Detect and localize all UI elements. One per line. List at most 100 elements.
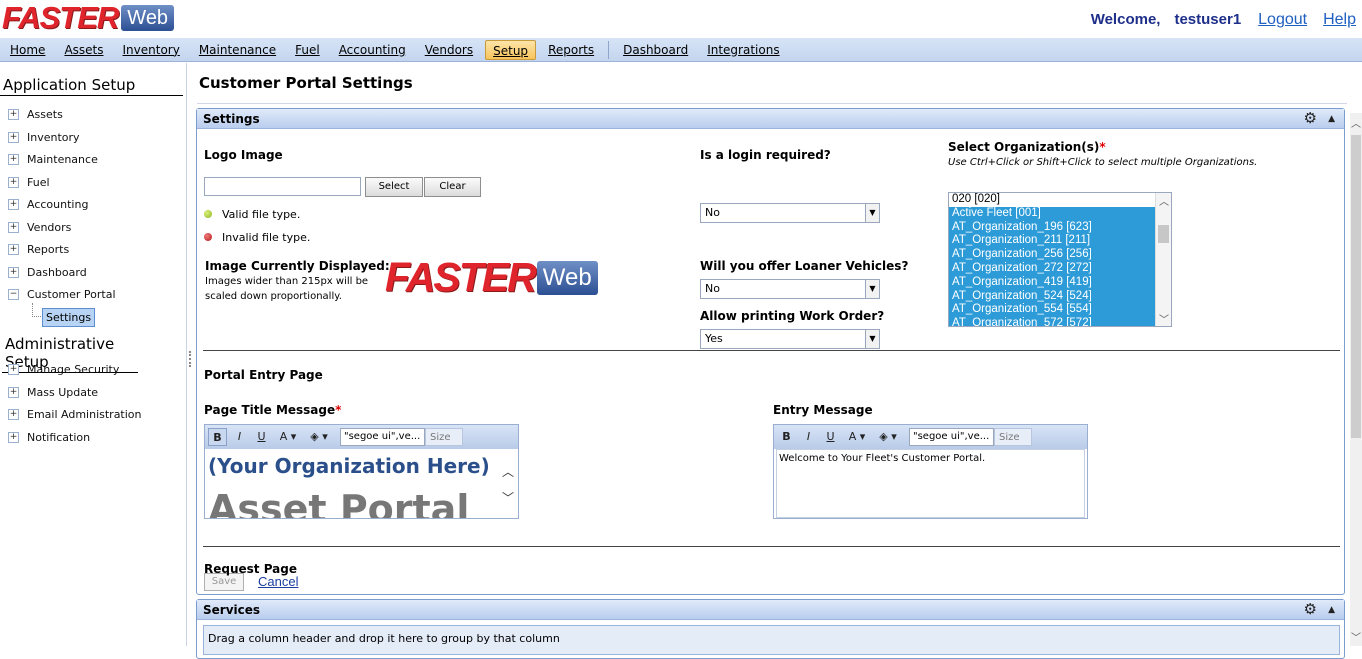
org-option[interactable]: 020 [020] xyxy=(949,193,1156,207)
dropdown-value: "segoe ui",ve... xyxy=(344,431,421,442)
menu-setup[interactable]: Setup xyxy=(485,39,537,60)
tree-item-reports[interactable]: + Reports xyxy=(8,243,69,256)
org-option[interactable]: Active Fleet [001] xyxy=(949,206,1156,221)
org-option[interactable]: AT_Organization_211 [211] xyxy=(949,234,1156,249)
menu-reports[interactable]: Reports xyxy=(541,40,601,60)
organizations-listbox[interactable]: 020 [020] Active Fleet [001] AT_Organizati… xyxy=(948,192,1172,327)
tree-item-notification[interactable]: + Notification xyxy=(8,431,90,444)
entry-message-editor[interactable]: B I U A ▾ ◈ ▾ "segoe ui",ve... ▾ Size We… xyxy=(773,424,1088,519)
org-option[interactable]: AT_Organization_572 [572] xyxy=(949,317,1156,326)
org-option[interactable]: AT_Organization_554 [554] xyxy=(949,303,1156,318)
tree-item-fuel[interactable]: + Fuel xyxy=(8,176,50,189)
tree-item-maintenance[interactable]: + Maintenance xyxy=(8,153,98,166)
org-option[interactable]: AT_Organization_256 [256] xyxy=(949,248,1156,262)
menu-accounting[interactable]: Accounting xyxy=(332,40,413,60)
underline-icon[interactable]: U xyxy=(821,428,840,446)
scroll-down-icon[interactable]: ﹀ xyxy=(1159,311,1169,326)
menu-dashboard[interactable]: Dashboard xyxy=(616,40,695,60)
tree-item-settings[interactable]: Settings xyxy=(42,308,96,327)
help-link[interactable]: Help xyxy=(1323,11,1356,29)
menu-separator xyxy=(608,40,610,59)
italic-icon[interactable]: I xyxy=(230,428,249,446)
listbox-scrollbar[interactable]: ︿ ﹀ xyxy=(1155,193,1171,326)
login-required-select[interactable]: No ▼ xyxy=(700,203,880,223)
org-option[interactable]: AT_Organization_419 [419] xyxy=(949,275,1156,290)
gear-icon[interactable]: ⚙ xyxy=(1304,602,1317,617)
username-label: testuser1 xyxy=(1174,11,1242,28)
tree-item-email-administration[interactable]: + Email Administration xyxy=(8,408,142,421)
menu-maintenance[interactable]: Maintenance xyxy=(192,40,283,60)
collapse-caret-icon[interactable]: ▲ xyxy=(1328,109,1335,129)
expand-icon[interactable]: + xyxy=(8,109,19,120)
scroll-down-icon[interactable]: ﹀ xyxy=(502,489,514,506)
org-option[interactable]: AT_Organization_196 [623] xyxy=(949,220,1156,235)
splitter-grip-icon[interactable] xyxy=(189,351,191,367)
scroll-thumb[interactable] xyxy=(1351,135,1361,438)
org-option[interactable]: AT_Organization_524 [524] xyxy=(949,289,1156,304)
expand-icon[interactable]: + xyxy=(8,364,19,375)
scroll-down-icon[interactable]: ﹀ xyxy=(1351,629,1361,644)
image-displayed-label: Image Currently Displayed: xyxy=(205,259,390,273)
tree-item-dashboard[interactable]: + Dashboard xyxy=(8,266,87,279)
logout-link[interactable]: Logout xyxy=(1258,11,1307,29)
bold-icon[interactable]: B xyxy=(208,428,227,446)
menu-fuel[interactable]: Fuel xyxy=(288,40,327,60)
menu-home[interactable]: Home xyxy=(3,40,52,60)
expand-icon[interactable]: + xyxy=(8,154,19,165)
font-family-dropdown[interactable]: "segoe ui",ve... ▾ xyxy=(909,428,994,458)
expand-icon[interactable]: + xyxy=(8,199,19,210)
logo-file-input[interactable] xyxy=(204,177,361,196)
collapse-icon[interactable]: − xyxy=(8,289,19,300)
menu-integrations[interactable]: Integrations xyxy=(700,40,786,60)
expand-icon[interactable]: + xyxy=(8,387,19,398)
divider xyxy=(203,546,1340,547)
tree-item-accounting[interactable]: + Accounting xyxy=(8,198,88,211)
bold-icon[interactable]: B xyxy=(777,428,796,446)
font-size-dropdown[interactable]: Size xyxy=(425,428,463,446)
tree-item-vendors[interactable]: + Vendors xyxy=(8,221,71,234)
scroll-thumb[interactable] xyxy=(1158,225,1169,243)
italic-icon[interactable]: I xyxy=(799,428,818,446)
expand-icon[interactable]: + xyxy=(8,132,19,143)
org-option[interactable]: AT_Organization_272 [272] xyxy=(949,261,1156,276)
expand-icon[interactable]: + xyxy=(8,222,19,233)
dropdown-arrow-icon[interactable]: ▼ xyxy=(865,280,879,298)
page-scrollbar[interactable]: ︿ ﹀ xyxy=(1350,113,1362,646)
print-work-order-select[interactable]: Yes ▼ xyxy=(700,329,880,349)
collapse-caret-icon[interactable]: ▲ xyxy=(1328,600,1335,620)
page-title-editor[interactable]: B I U A ▾ ◈ ▾ "segoe ui",ve... ▾ Size (Y… xyxy=(204,424,519,519)
scroll-up-icon[interactable]: ︿ xyxy=(1159,193,1169,208)
clear-button[interactable]: Clear xyxy=(424,177,481,197)
highlight-color-icon[interactable]: ◈ ▾ xyxy=(874,428,902,446)
font-color-icon[interactable]: A ▾ xyxy=(843,428,871,446)
font-color-icon[interactable]: A ▾ xyxy=(274,428,302,446)
select-button[interactable]: Select xyxy=(365,177,423,197)
expand-icon[interactable]: + xyxy=(8,177,19,188)
group-by-area[interactable]: Drag a column header and drop it here to… xyxy=(203,625,1340,655)
dropdown-arrow-icon[interactable]: ▼ xyxy=(865,204,879,222)
highlight-color-icon[interactable]: ◈ ▾ xyxy=(305,428,333,446)
underline-icon[interactable]: U xyxy=(252,428,271,446)
scroll-up-icon[interactable]: ︿ xyxy=(502,463,514,480)
expand-icon[interactable]: + xyxy=(8,267,19,278)
tree-item-manage-security[interactable]: + Manage Security xyxy=(8,363,119,376)
tree-item-inventory[interactable]: + Inventory xyxy=(8,131,80,144)
gear-icon[interactable]: ⚙ xyxy=(1304,111,1317,126)
cancel-link[interactable]: Cancel xyxy=(258,574,298,589)
expand-icon[interactable]: + xyxy=(8,244,19,255)
menu-vendors[interactable]: Vendors xyxy=(418,40,480,60)
loaner-vehicles-select[interactable]: No ▼ xyxy=(700,279,880,299)
font-family-dropdown[interactable]: "segoe ui",ve... ▾ xyxy=(340,428,425,458)
menu-assets[interactable]: Assets xyxy=(57,40,110,60)
expand-icon[interactable]: + xyxy=(8,409,19,420)
expand-icon[interactable]: + xyxy=(8,432,19,443)
scroll-up-icon[interactable]: ︿ xyxy=(1351,115,1361,130)
tree-item-customer-portal[interactable]: − Customer Portal xyxy=(8,288,116,301)
font-size-dropdown[interactable]: Size xyxy=(994,428,1032,446)
menu-inventory[interactable]: Inventory xyxy=(116,40,187,60)
tree-item-mass-update[interactable]: + Mass Update xyxy=(8,386,98,399)
tree-item-assets[interactable]: + Assets xyxy=(8,108,63,121)
dropdown-arrow-icon[interactable]: ▼ xyxy=(865,330,879,348)
editor-body[interactable]: (Your Organization Here) Asset Portal ︿ … xyxy=(205,449,518,518)
editor-body[interactable]: Welcome to Your Fleet's Customer Portal. xyxy=(776,449,1085,518)
